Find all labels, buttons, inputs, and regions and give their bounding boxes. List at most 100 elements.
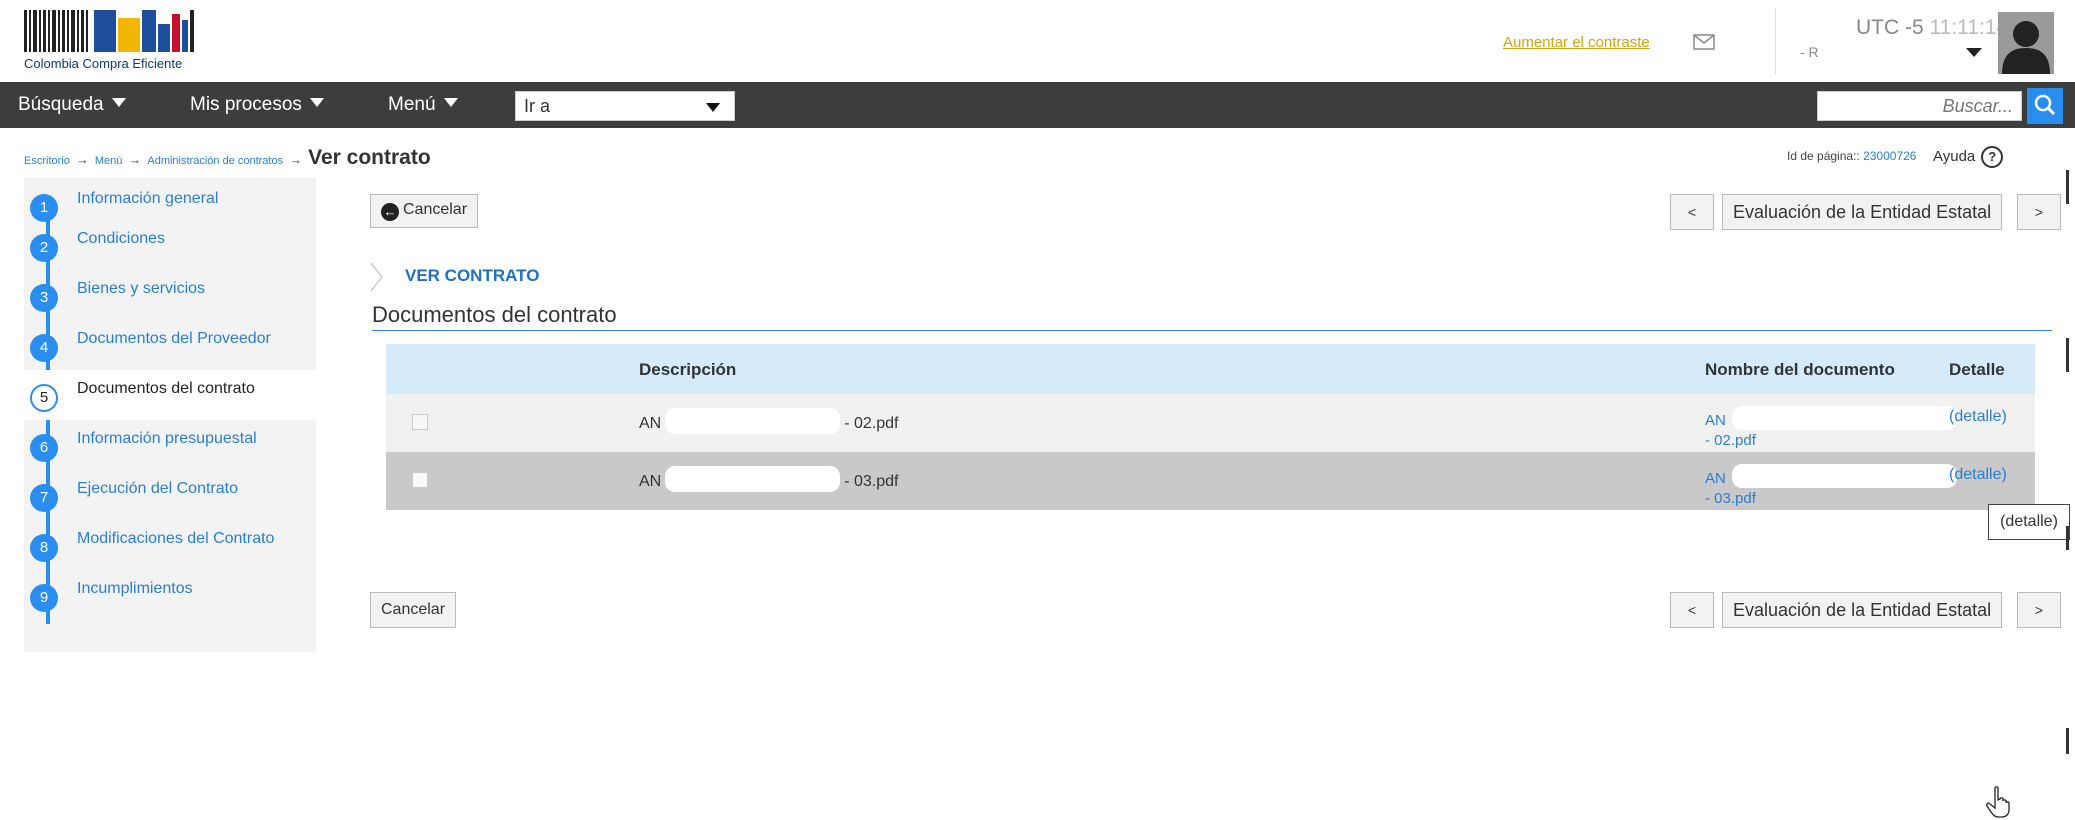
detail-link[interactable]: (detalle) [1949, 466, 2007, 484]
mail-icon[interactable] [1693, 34, 1715, 50]
nav-menu[interactable]: Menú [388, 94, 458, 116]
increase-contrast-link[interactable]: Aumentar el contraste [1503, 34, 1650, 51]
step-number: 1 [30, 194, 58, 222]
clock: UTC -5 11:11:14 [1856, 16, 2008, 40]
step-label: Modificaciones del Contrato [77, 530, 275, 547]
step-modificaciones-contrato[interactable]: 8 Modificaciones del Contrato [24, 520, 316, 570]
goto-select-value: Ir a [524, 96, 551, 116]
step-label: Documentos del Proveedor [77, 330, 271, 347]
step-documentos-contrato[interactable]: 5 Documentos del contrato [24, 370, 316, 420]
cancel-button[interactable]: ← Cancelar [370, 194, 479, 228]
user-menu-caret-icon[interactable] [1966, 48, 1982, 57]
document-name-link[interactable]: AN - 03.pdf [1705, 464, 1957, 509]
main-navbar: Búsqueda Mis procesos Menú [0, 82, 2075, 128]
column-header-detail: Detalle [1949, 360, 2005, 379]
help-link[interactable]: Ayuda? [1933, 146, 2004, 168]
section-chevron-icon [370, 262, 383, 292]
clock-time: 11:11:14 [1929, 16, 2009, 39]
search-input[interactable] [1817, 91, 2022, 121]
step-label: Bienes y servicios [77, 280, 206, 297]
evaluation-step-button[interactable]: Evaluación de la Entidad Estatal [1722, 194, 2003, 230]
breadcrumb: Escritorio → Menú → Administración de contra… [24, 146, 431, 170]
description-prefix: AN [639, 415, 662, 432]
goto-select[interactable]: Ir a [515, 91, 735, 121]
chevron-down-icon [706, 103, 720, 112]
detail-tooltip: (detalle) [1988, 504, 2070, 540]
user-name[interactable]: - R [1800, 44, 1819, 60]
step-number: 3 [30, 284, 58, 312]
previous-step-button-bottom[interactable]: < [1670, 592, 1714, 628]
step-number: 8 [30, 534, 58, 562]
step-incumplimientos[interactable]: 9 Incumplimientos [24, 570, 316, 620]
page-title: Ver contrato [308, 146, 431, 169]
section-kicker: VER CONTRATO [405, 266, 540, 285]
help-label: Ayuda [1933, 148, 1976, 165]
row-description: AN - 03.pdf [639, 466, 899, 492]
timezone-label: UTC -5 [1856, 16, 1924, 39]
step-ejecucion-contrato[interactable]: 7 Ejecución del Contrato [24, 470, 316, 520]
cancel-button-bottom[interactable]: Cancelar [370, 592, 457, 628]
page-id-value[interactable]: 23000726 [1863, 149, 1916, 163]
section-heading: Documentos del contrato [372, 302, 617, 327]
breadcrumb-escritorio[interactable]: Escritorio [24, 155, 70, 167]
step-documentos-proveedor[interactable]: 4 Documentos del Proveedor [24, 320, 316, 370]
step-number: 6 [30, 434, 58, 462]
step-label: Condiciones [77, 230, 166, 247]
description-prefix: AN [639, 473, 662, 490]
user-silhouette-icon [2002, 21, 2050, 74]
evaluation-step-button-bottom[interactable]: Evaluación de la Entidad Estatal [1722, 592, 2003, 628]
steps-sidebar: 1 Información general 2 Condiciones 3 Bi… [24, 178, 316, 652]
header-divider [1775, 8, 1776, 74]
step-bienes-servicios[interactable]: 3 Bienes y servicios [24, 270, 316, 320]
row-checkbox[interactable] [412, 472, 428, 488]
step-condiciones[interactable]: 2 Condiciones [24, 220, 316, 270]
step-label: Ejecución del Contrato [77, 480, 238, 497]
page-id-label: Id de página:: [1787, 149, 1860, 163]
table-row: AN - 03.pdf AN - 03.pdf (detalle) [386, 452, 2035, 510]
nav-mis-procesos[interactable]: Mis procesos [190, 94, 324, 116]
step-informacion-presupuestal[interactable]: 6 Información presupuestal [24, 420, 316, 470]
nav-busqueda[interactable]: Búsqueda [18, 94, 126, 116]
next-step-button[interactable]: > [2017, 194, 2061, 230]
redacted-block [665, 408, 841, 434]
scroll-edge-marks [2066, 170, 2069, 754]
document-name-suffix: - 03.pdf [1705, 490, 1756, 507]
colombia-compra-logo[interactable]: Colombia Compra Eficiente [24, 10, 200, 74]
step-label: Documentos del contrato [77, 380, 255, 397]
redacted-block [1731, 464, 1957, 488]
document-name-prefix: AN [1705, 412, 1726, 429]
top-header: Colombia Compra Eficiente Aumentar el co… [0, 0, 2075, 82]
column-header-document-name: Nombre del documento [1705, 360, 1895, 379]
breadcrumb-administracion[interactable]: Administración de contratos [147, 155, 283, 167]
table-header: Descripción Nombre del documento Detalle [386, 344, 2035, 394]
barcode-logo-icon [24, 10, 194, 52]
nav-menu-label: Menú [388, 94, 436, 115]
hand-pointer-cursor-icon [1986, 786, 2010, 818]
step-number: 4 [30, 334, 58, 362]
detail-link[interactable]: (detalle) [1949, 408, 2007, 426]
nav-mis-procesos-label: Mis procesos [190, 94, 302, 115]
section-divider [372, 330, 2052, 331]
caret-down-icon [111, 98, 126, 107]
step-label: Incumplimientos [77, 580, 193, 597]
document-name-link[interactable]: AN - 02.pdf [1705, 406, 1957, 451]
back-arrow-icon: ← [381, 203, 399, 221]
avatar[interactable] [1998, 12, 2054, 74]
logo-text: Colombia Compra Eficiente [24, 56, 183, 71]
next-step-button-bottom[interactable]: > [2017, 592, 2061, 628]
row-checkbox[interactable] [412, 414, 428, 430]
arrow-right-icon: → [289, 152, 303, 167]
description-suffix: - 02.pdf [844, 415, 899, 432]
arrow-right-icon: → [75, 152, 89, 167]
previous-step-button[interactable]: < [1670, 194, 1714, 230]
caret-down-icon [309, 98, 324, 107]
search-icon [2034, 94, 2056, 116]
redacted-block [1731, 406, 1957, 430]
step-number: 9 [30, 584, 58, 612]
breadcrumb-menu[interactable]: Menú [95, 155, 123, 167]
search-button[interactable] [2027, 88, 2063, 124]
redacted-block [665, 466, 841, 492]
document-name-prefix: AN [1705, 470, 1726, 487]
page-id: Id de página:: 23000726 [1787, 149, 1916, 163]
step-label: Información presupuestal [77, 430, 257, 447]
